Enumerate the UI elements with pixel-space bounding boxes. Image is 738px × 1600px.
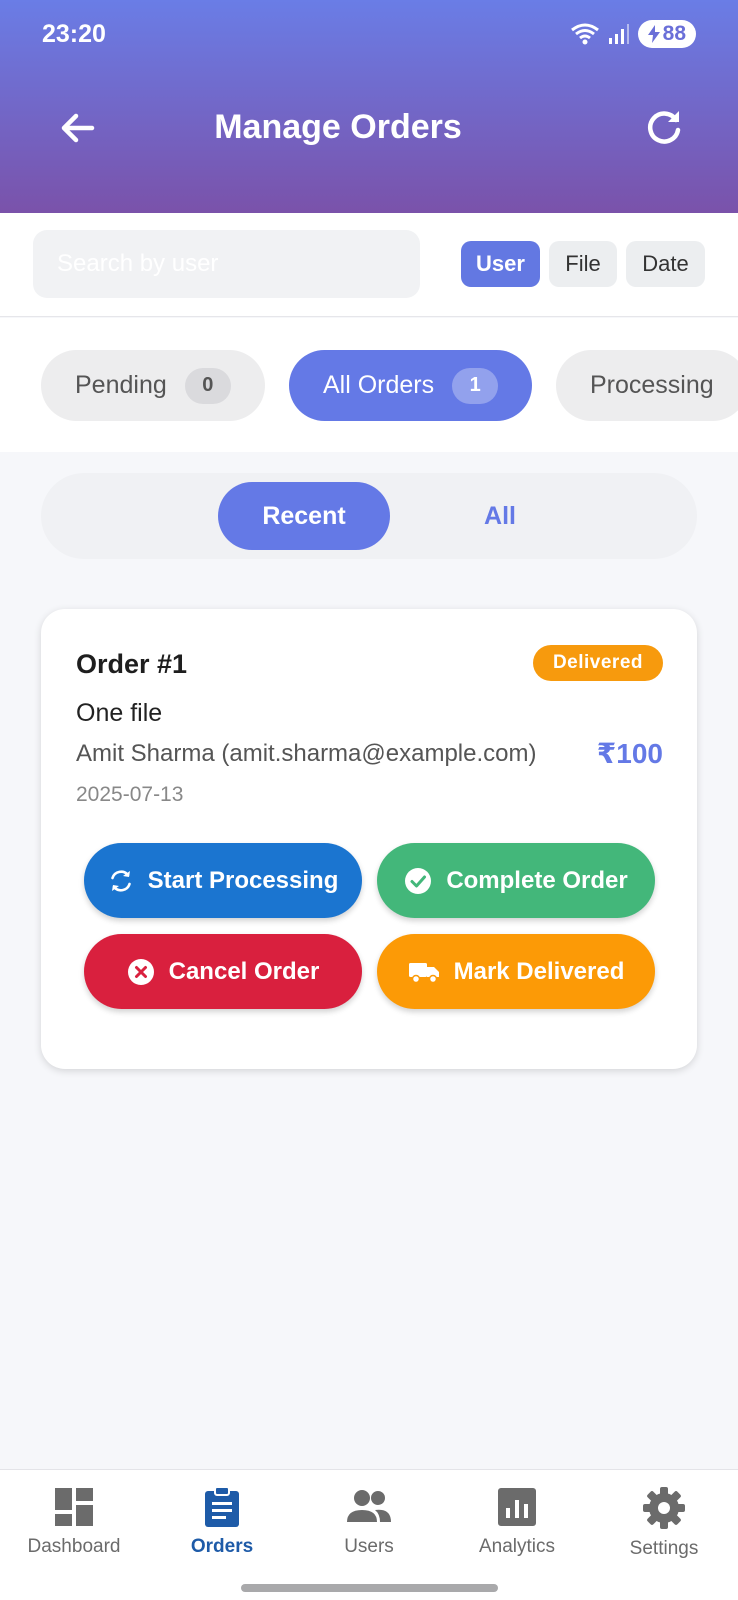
app-header: 23:20 88 Manage Orders	[0, 0, 738, 213]
nav-settings[interactable]: Settings	[590, 1486, 738, 1560]
chip-label: All Orders	[323, 371, 435, 399]
start-processing-button[interactable]: Start Processing	[84, 843, 362, 918]
refresh-icon[interactable]	[642, 106, 686, 150]
nav-label: Orders	[190, 1536, 254, 1557]
status-icons: 88	[570, 20, 696, 48]
view-toggle: Recent All	[41, 473, 697, 559]
filter-user-button[interactable]: User	[461, 241, 540, 287]
nav-orders[interactable]: Orders	[148, 1486, 296, 1558]
filter-date-button[interactable]: Date	[626, 241, 705, 287]
check-circle-icon	[405, 867, 432, 894]
home-indicator[interactable]	[241, 1584, 498, 1592]
order-description: One file	[76, 699, 163, 727]
wifi-icon	[570, 23, 599, 45]
chip-processing[interactable]: Processing	[556, 350, 738, 421]
signal-icon	[608, 24, 629, 44]
toggle-recent[interactable]: Recent	[218, 482, 390, 550]
button-label: Mark Delivered	[453, 957, 625, 985]
cancel-circle-icon	[127, 958, 154, 985]
chip-label: Pending	[75, 371, 167, 399]
search-input[interactable]	[33, 230, 420, 298]
button-label: Cancel Order	[168, 957, 320, 985]
truck-icon	[408, 962, 439, 983]
order-title: Order #1	[76, 649, 188, 679]
order-card[interactable]: Order #1 Delivered One file Amit Sharma …	[41, 609, 697, 1069]
complete-order-button[interactable]: Complete Order	[377, 843, 655, 918]
chip-pending[interactable]: Pending 0	[41, 350, 265, 421]
order-user: Amit Sharma (amit.sharma@example.com)	[76, 740, 537, 767]
chip-count: 0	[184, 367, 231, 404]
order-price: ₹100	[596, 738, 663, 769]
button-label: Start Processing	[147, 866, 339, 894]
mark-delivered-button[interactable]: Mark Delivered	[377, 934, 655, 1009]
dashboard-icon	[55, 1488, 93, 1526]
status-badge: Delivered	[532, 645, 663, 681]
nav-users[interactable]: Users	[295, 1486, 443, 1558]
chip-all-orders[interactable]: All Orders 1	[289, 350, 533, 421]
nav-dashboard[interactable]: Dashboard	[0, 1486, 148, 1558]
toggle-all[interactable]: All	[414, 482, 586, 550]
page-title: Manage Orders	[214, 108, 462, 146]
status-time: 23:20	[42, 20, 106, 48]
chip-count: 1	[452, 367, 499, 404]
analytics-icon	[498, 1488, 536, 1526]
battery-level: 88	[662, 22, 686, 45]
button-label: Complete Order	[446, 866, 628, 894]
status-filter-chips: Pending 0 All Orders 1 Processing	[0, 318, 738, 452]
nav-label: Analytics	[478, 1536, 556, 1557]
chip-label: Processing	[590, 371, 714, 399]
nav-label: Users	[344, 1536, 394, 1557]
search-bar: User File Date	[0, 213, 738, 317]
sync-icon	[110, 869, 131, 892]
nav-analytics[interactable]: Analytics	[443, 1486, 591, 1558]
nav-label: Settings	[629, 1538, 699, 1559]
order-date: 2025-07-13	[76, 783, 184, 806]
cancel-order-button[interactable]: Cancel Order	[84, 934, 362, 1009]
users-icon	[347, 1490, 391, 1522]
clipboard-icon	[205, 1486, 239, 1527]
filter-file-button[interactable]: File	[549, 241, 617, 287]
battery-indicator: 88	[637, 20, 696, 48]
settings-gear-icon	[643, 1487, 685, 1529]
bottom-navigation: Dashboard Orders Users Analytics Setting…	[0, 1469, 738, 1600]
nav-label: Dashboard	[27, 1536, 121, 1557]
charging-bolt-icon	[647, 25, 660, 43]
